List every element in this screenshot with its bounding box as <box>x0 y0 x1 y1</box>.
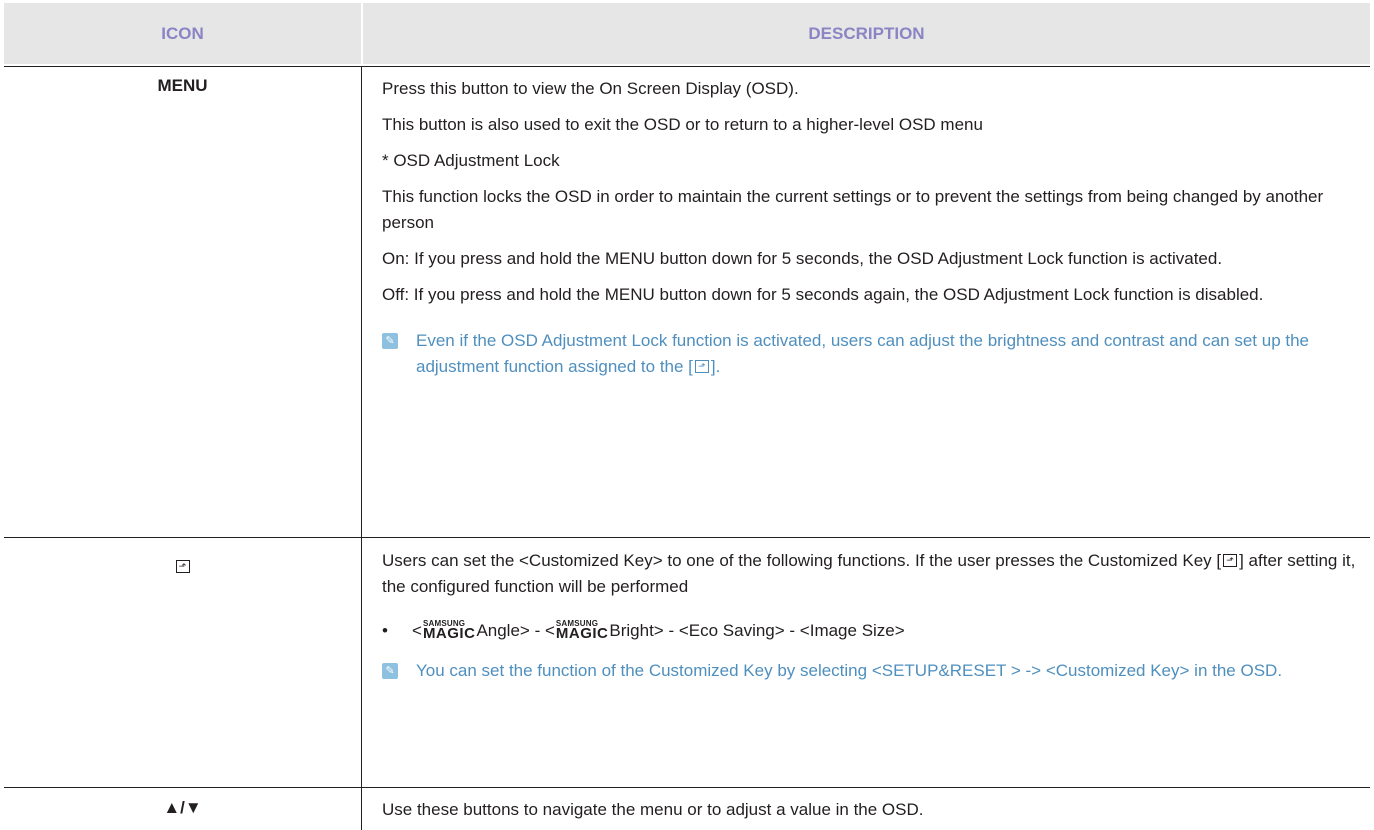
list-part-a: < <box>412 621 422 640</box>
menu-description: Press this button to view the On Screen … <box>382 76 1357 380</box>
button-description-table: ICON DESCRIPTION MENU Press this button … <box>4 0 1370 830</box>
menu-desc-p5: On: If you press and hold the MENU butto… <box>382 249 1223 268</box>
list-part-c: Bright> - <Eco Saving> - <Image Size> <box>609 621 905 640</box>
menu-desc-p4: This function locks the OSD in order to … <box>382 187 1324 232</box>
menu-desc-p6: Off: If you press and hold the MENU butt… <box>382 285 1264 304</box>
arrow-keys-icon-cell: ▲/▼ <box>163 798 202 817</box>
list-part-b: Angle> - < <box>476 621 555 640</box>
customized-key-description: Users can set the <Customized Key> to on… <box>382 548 1357 684</box>
bullet-dot: • <box>382 621 388 640</box>
customized-key-icon-cell: ⬏ <box>4 557 361 577</box>
custom-note: ✎ You can set the function of the Customi… <box>382 658 1357 684</box>
column-divider <box>361 66 362 830</box>
row-divider-1 <box>4 537 1370 538</box>
note-pencil-icon: ✎ <box>382 333 398 349</box>
arrows-desc-p1: Use these buttons to navigate the menu o… <box>382 800 924 819</box>
menu-note: ✎ Even if the OSD Adjustment Lock functio… <box>382 328 1357 380</box>
arrow-keys-description: Use these buttons to navigate the menu o… <box>382 797 1357 823</box>
menu-desc-p1: Press this button to view the On Screen … <box>382 79 799 98</box>
note-pencil-icon: ✎ <box>382 663 398 679</box>
custom-function-list: • < SAMSUNG MAGIC Angle> - < SAMSUNG MAGIC Brig… <box>382 618 1357 644</box>
menu-note-end: ]. <box>710 357 721 376</box>
custom-note-text: You can set the function of the Customiz… <box>416 661 1283 680</box>
header-divider <box>4 66 1370 67</box>
menu-note-text: Even if the OSD Adjustment Lock function… <box>416 331 1310 376</box>
menu-desc-p2: This button is also used to exit the OSD… <box>382 115 983 134</box>
customized-key-icon: ⬏ <box>1223 554 1238 568</box>
custom-desc-p1: Users can set the <Customized Key> to on… <box>382 548 1357 600</box>
header-description-column: DESCRIPTION <box>363 3 1370 64</box>
menu-desc-p3: * OSD Adjustment Lock <box>382 151 560 170</box>
custom-desc-p1-a: Users can set the <Customized Key> to on… <box>382 551 1222 570</box>
header-icon-column: ICON <box>4 3 361 64</box>
customized-key-icon: ⬏ <box>694 360 709 374</box>
menu-icon-cell: MENU <box>157 76 208 95</box>
magic-logo-big: MAGIC <box>422 625 476 643</box>
samsung-magic-logo: SAMSUNG MAGIC <box>555 619 609 643</box>
samsung-magic-logo: SAMSUNG MAGIC <box>422 619 476 643</box>
magic-logo-big: MAGIC <box>555 625 609 643</box>
customized-key-icon: ⬏ <box>175 560 190 574</box>
row-divider-2 <box>4 787 1370 788</box>
